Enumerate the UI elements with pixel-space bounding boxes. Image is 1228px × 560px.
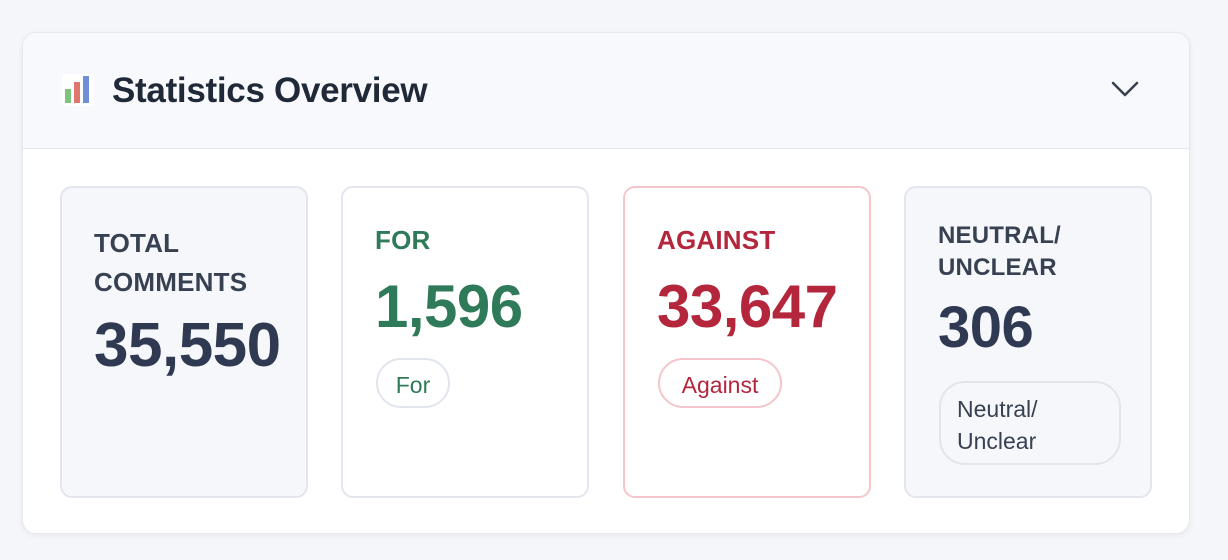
collapse-button[interactable] [1107,73,1143,109]
total-comments-card: TOTAL COMMENTS 35,550 [60,186,308,498]
for-filter-badge[interactable]: For [376,358,450,408]
statistics-overview-panel: Statistics Overview TOTAL COMMENTS 35,55… [22,32,1190,534]
against-filter-badge[interactable]: Against [658,358,782,408]
bar-chart-icon [61,71,95,107]
neutral-unclear-label: NEUTRAL/ UNCLEAR [938,222,1061,281]
against-card: AGAINST 33,647 Against [623,186,871,498]
total-comments-label: TOTAL COMMENTS [94,228,248,297]
neutral-unclear-filter-badge[interactable]: Neutral/ Unclear [939,381,1121,465]
for-label: FOR [375,225,431,255]
chevron-down-icon [1110,80,1140,103]
total-comments-value: 35,550 [94,311,281,380]
against-label: AGAINST [657,225,776,255]
panel-title: Statistics Overview [112,71,428,110]
neutral-unclear-value: 306 [938,295,1034,360]
for-card: FOR 1,596 For [341,186,589,498]
panel-header[interactable]: Statistics Overview [23,33,1189,149]
neutral-unclear-card: NEUTRAL/ UNCLEAR 306 Neutral/ Unclear [904,186,1152,498]
against-value: 33,647 [657,273,838,340]
for-value: 1,596 [375,273,523,340]
